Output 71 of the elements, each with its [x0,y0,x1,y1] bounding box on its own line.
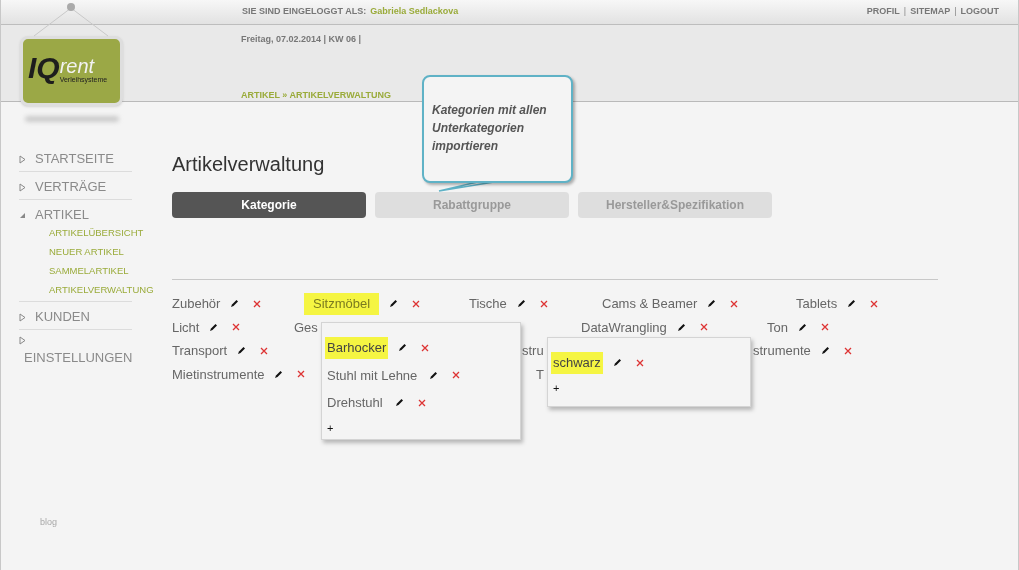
expanded-icon[interactable] [19,211,26,219]
date-text: Freitag, 07.02.2014 | KW 06 | [241,33,362,46]
subcategory-item[interactable]: schwarz [551,352,603,374]
delete-icon[interactable] [452,371,461,380]
edit-icon[interactable] [847,299,857,309]
separator: | [903,5,907,19]
edit-icon[interactable] [398,343,408,353]
category-item[interactable]: DataWrangling [581,317,667,337]
header-link[interactable]: SITEMAP [910,5,951,19]
subcategory-item[interactable]: Barhocker [325,337,389,359]
sidebar-item[interactable]: STARTSEITE [35,150,114,168]
delete-icon[interactable] [412,299,421,308]
edit-icon[interactable] [237,346,247,356]
edit-icon[interactable] [209,322,219,332]
collapsed-icon[interactable] [19,336,26,345]
edit-icon[interactable] [612,358,622,368]
page-title: Artikelverwaltung [172,152,325,176]
category-item[interactable]: Licht [172,317,200,337]
sidebar-item[interactable]: VERTRÄGE [35,178,107,196]
login-label: SIE SIND EINGELOGGT ALS: [242,5,367,19]
delete-icon[interactable] [260,346,269,355]
category-item[interactable]: stru [522,341,544,361]
tab[interactable]: Kategorie [172,192,366,218]
edit-icon[interactable] [516,299,526,309]
delete-icon[interactable] [820,323,829,332]
edit-icon[interactable] [389,299,399,309]
edit-icon[interactable] [394,398,404,408]
separator: | [954,5,957,19]
edit-icon[interactable] [676,322,686,332]
header-link[interactable]: LOGOUT [960,5,999,19]
edit-icon[interactable] [707,299,717,309]
add-button[interactable]: + [325,419,336,436]
delete-icon[interactable] [417,398,426,407]
category-item[interactable]: Sitzmöbel [304,293,380,315]
edit-icon[interactable] [429,370,439,380]
sidebar-item[interactable]: ARTIKEL [35,206,89,224]
header-link[interactable]: PROFIL [866,5,900,19]
collapsed-icon[interactable] [19,312,26,322]
category-item[interactable]: Tische [469,294,507,314]
delete-icon[interactable] [730,299,739,308]
edit-icon[interactable] [230,299,240,309]
delete-icon[interactable] [539,299,548,308]
delete-icon[interactable] [297,370,306,379]
category-item[interactable]: Cams & Beamer [602,294,698,314]
category-item[interactable]: Mietinstrumente [172,364,265,384]
category-item[interactable]: Transport [172,341,228,361]
category-item[interactable]: strumente [753,341,811,361]
delete-icon[interactable] [253,299,262,308]
collapsed-icon[interactable] [19,182,26,192]
subcategory-item[interactable]: Stuhl mit Lehne [325,364,420,386]
edit-icon[interactable] [820,346,830,356]
logo-brand: IQ [28,53,60,83]
category-item[interactable]: Zubehör [172,294,221,314]
category-item[interactable]: Tablets [796,294,838,314]
edit-icon[interactable] [274,369,284,379]
category-item[interactable]: Ton [767,317,788,337]
delete-icon[interactable] [232,323,241,332]
edit-icon[interactable] [797,322,807,332]
delete-icon[interactable] [421,343,430,352]
delete-icon[interactable] [699,323,708,332]
category-item[interactable]: T [536,364,544,384]
add-button[interactable]: + [551,379,562,396]
delete-icon[interactable] [870,299,879,308]
category-item[interactable]: Ges [294,317,318,337]
logo-word: rent [59,56,96,76]
delete-icon[interactable] [635,358,644,367]
sidebar-item[interactable]: KUNDEN [35,308,90,326]
collapsed-icon[interactable] [19,154,26,164]
sidebar-item[interactable]: EINSTELLUNGEN [24,349,133,367]
subcategory-item[interactable]: Drehstuhl [325,392,385,414]
delete-icon[interactable] [843,346,852,355]
